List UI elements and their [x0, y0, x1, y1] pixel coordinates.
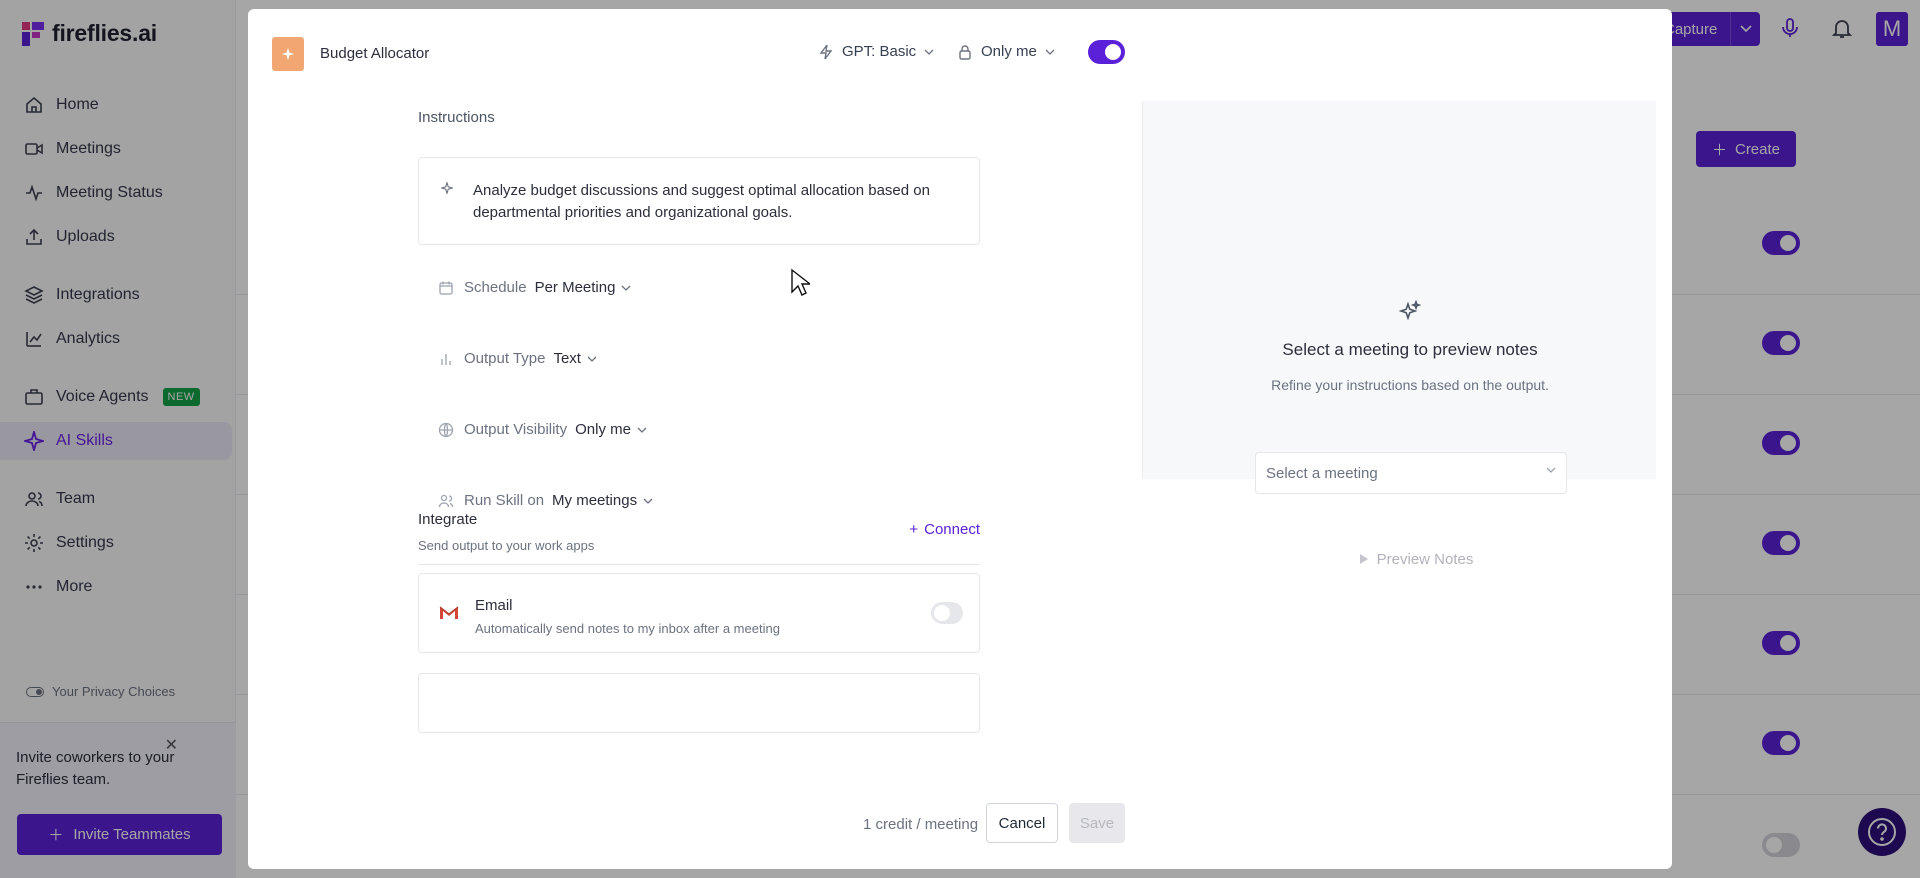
preview-subtitle: Refine your instructions based on the ou…: [1271, 377, 1549, 393]
output-type-dropdown[interactable]: Text: [553, 350, 597, 367]
calendar-icon: [439, 281, 453, 295]
visibility-label: Only me: [981, 43, 1037, 60]
option-label: Schedule: [464, 279, 527, 296]
model-label: GPT: Basic: [842, 43, 917, 60]
lightning-icon: [819, 44, 833, 59]
mouse-cursor-icon: [791, 268, 810, 296]
option-label: Output Type: [464, 350, 546, 367]
preview-notes-button[interactable]: Preview Notes: [1341, 539, 1491, 579]
chevron-down-icon: [637, 427, 647, 433]
chevron-down-icon: [1045, 49, 1055, 55]
credit-cost: 1 credit / meeting: [863, 816, 979, 833]
lock-icon: [959, 44, 971, 60]
gmail-icon: [439, 606, 459, 619]
email-integration-card: Email Automatically send notes to my inb…: [418, 573, 980, 653]
email-title: Email: [475, 597, 513, 614]
divider: [418, 564, 980, 565]
option-label: Output Visibility: [464, 421, 568, 438]
sparkle-icon: [441, 182, 453, 194]
preview-title: Select a meeting to preview notes: [1282, 340, 1538, 359]
sparkle-icon: [281, 47, 295, 61]
schedule-dropdown[interactable]: Per Meeting: [535, 279, 632, 296]
chevron-down-icon: [643, 498, 653, 504]
plus-icon: +: [909, 521, 919, 538]
integration-card: [418, 673, 980, 733]
skill-icon: [272, 37, 304, 71]
bar-chart-icon: [441, 353, 451, 365]
instructions-label: Instructions: [418, 109, 495, 126]
save-button[interactable]: Save: [1069, 803, 1125, 843]
run-skill-on-dropdown[interactable]: My meetings: [552, 492, 653, 509]
option-value: Only me: [575, 421, 631, 438]
option-value: Per Meeting: [534, 279, 616, 296]
output-type-option[interactable]: Output Type Text: [438, 350, 597, 367]
ai-skill-editor-modal: Budget Allocator GPT: Basic Only me Inst…: [248, 9, 1672, 869]
users-icon: [438, 494, 454, 507]
schedule-option[interactable]: Schedule Per Meeting: [438, 279, 631, 296]
email-toggle[interactable]: [931, 602, 963, 624]
integrate-subtitle: Send output to your work apps: [418, 538, 595, 553]
email-subtitle: Automatically send notes to my inbox aft…: [475, 621, 780, 636]
output-visibility-dropdown[interactable]: Only me: [575, 421, 647, 438]
option-label: Run Skill on: [464, 492, 545, 509]
skill-enabled-toggle[interactable]: [1088, 40, 1125, 64]
preview-panel: [1142, 101, 1656, 479]
chevron-down-icon: [924, 49, 934, 55]
play-icon: [1359, 554, 1368, 564]
connect-button[interactable]: + Connect: [909, 521, 980, 538]
option-value: My meetings: [552, 492, 638, 509]
run-skill-on-option[interactable]: Run Skill on My meetings: [438, 492, 653, 509]
instructions-text: Analyze budget discussions and suggest o…: [473, 182, 930, 221]
globe-icon: [438, 422, 454, 437]
skill-name[interactable]: Budget Allocator: [320, 45, 429, 62]
chevron-down-icon: [621, 285, 631, 291]
meeting-select-placeholder: Select a meeting: [1266, 465, 1378, 482]
instructions-input[interactable]: Analyze budget discussions and suggest o…: [418, 157, 980, 245]
cancel-button[interactable]: Cancel: [986, 803, 1058, 843]
visibility-selector[interactable]: Only me: [957, 43, 1055, 60]
chevron-down-icon: [587, 356, 597, 362]
output-visibility-option[interactable]: Output Visibility Only me: [438, 421, 647, 438]
meeting-select[interactable]: Select a meeting: [1255, 452, 1567, 494]
preview-notes-label: Preview Notes: [1376, 550, 1474, 568]
chevron-down-icon: [1546, 467, 1556, 473]
integrate-title: Integrate: [418, 511, 478, 528]
option-value: Text: [553, 350, 581, 367]
connect-label: Connect: [924, 521, 980, 538]
model-selector[interactable]: GPT: Basic: [818, 43, 934, 60]
sparkles-icon: [1398, 300, 1422, 321]
